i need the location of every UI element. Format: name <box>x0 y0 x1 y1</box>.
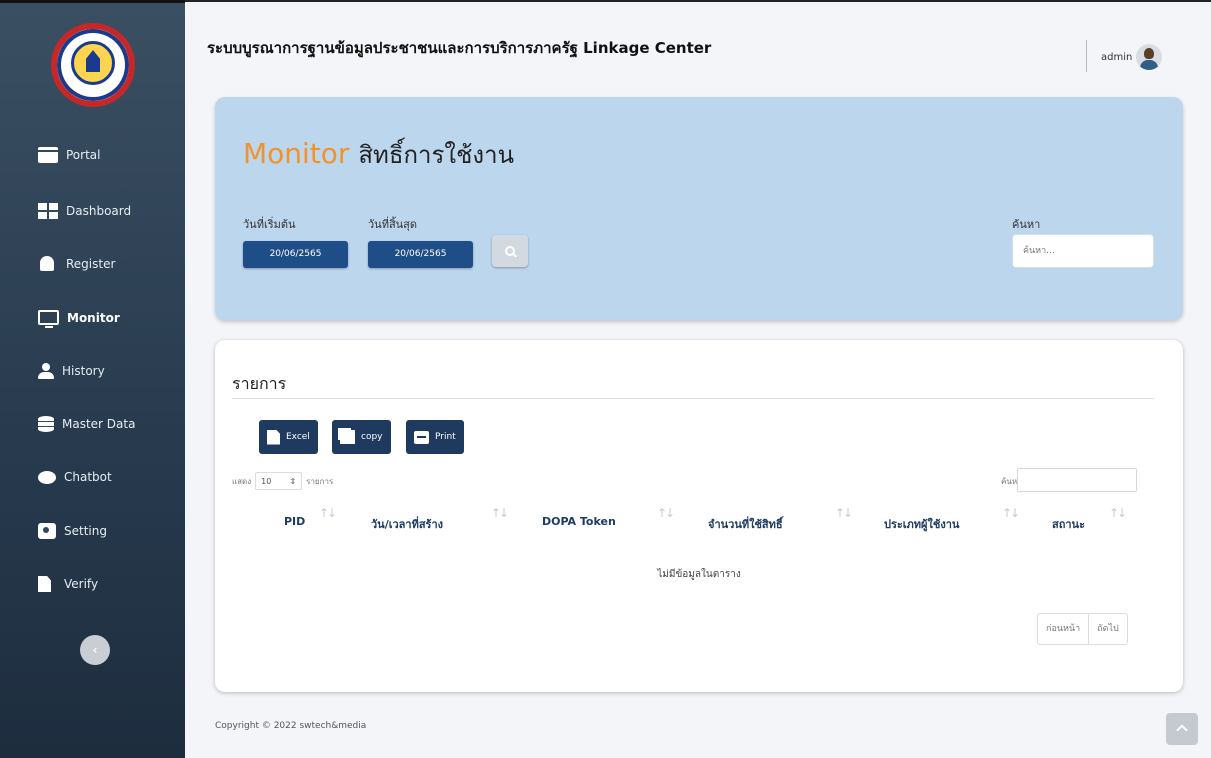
excel-icon <box>267 429 280 445</box>
search-button[interactable] <box>492 235 528 267</box>
page-title: Monitor สิทธิ์การใช้งาน <box>243 135 514 174</box>
bell-icon <box>40 256 54 271</box>
search-label: ค้นหา <box>1012 218 1041 231</box>
list-title: รายการ <box>232 374 287 393</box>
avatar[interactable] <box>1136 44 1162 70</box>
page-length-select[interactable]: 10 ⇕ <box>255 472 303 490</box>
copy-icon <box>340 430 355 444</box>
print-button[interactable]: Print <box>406 420 464 454</box>
empty-table-message: ไม่มีข้อมูลในตาราง <box>657 569 741 580</box>
page-length-prefix: แสดง <box>232 476 252 486</box>
pagination: ก่อนหน้า ถัดไป <box>1037 613 1128 645</box>
sort-icon[interactable]: ↑↓ <box>319 506 337 520</box>
scroll-to-top-button[interactable] <box>1166 713 1198 745</box>
sidebar-item-setting[interactable]: Setting <box>38 523 107 539</box>
sidebar-item-label: Dashboard <box>66 204 132 218</box>
print-label: Print <box>435 432 456 442</box>
column-header-pid[interactable]: PID <box>284 515 305 528</box>
sidebar-item-label: Setting <box>64 524 107 538</box>
sort-updown-icon: ⇕ <box>289 476 297 486</box>
pagination-previous[interactable]: ก่อนหน้า <box>1038 614 1088 644</box>
table-search-input[interactable] <box>1017 468 1137 492</box>
copy-button[interactable]: copy <box>332 420 391 454</box>
org-logo <box>51 23 135 107</box>
column-header-user-type[interactable]: ประเภทผู้ใช้งาน <box>884 515 959 533</box>
sidebar-item-master-data[interactable]: Master Data <box>38 416 135 432</box>
page-length-suffix: รายการ <box>306 476 334 486</box>
page-title-accent: Monitor <box>243 137 350 170</box>
sidebar-item-label: Chatbot <box>64 470 112 484</box>
sidebar-item-chatbot[interactable]: Chatbot <box>38 470 112 484</box>
sidebar-item-label: Verify <box>64 577 99 591</box>
export-excel-label: Excel <box>286 432 310 442</box>
export-excel-button[interactable]: Excel <box>259 420 318 454</box>
gear-icon <box>38 523 56 539</box>
portal-icon <box>38 147 58 163</box>
copy-label: copy <box>361 432 383 442</box>
monitor-icon <box>38 310 59 328</box>
sidebar-item-label: History <box>62 364 105 378</box>
page-title-rest: สิทธิ์การใช้งาน <box>358 141 514 169</box>
sidebar-item-portal[interactable]: Portal <box>38 147 100 163</box>
collapse-sidebar-button[interactable]: ‹ <box>80 635 110 665</box>
sidebar-item-label: Monitor <box>67 310 120 325</box>
chat-icon <box>38 470 56 484</box>
search-input[interactable] <box>1012 234 1154 268</box>
sort-icon[interactable]: ↑↓ <box>491 506 509 520</box>
sidebar-item-verify[interactable]: Verify <box>38 576 98 592</box>
page-length-value: 10 <box>261 476 272 486</box>
list-card: รายการ Excel copy Print แสดง 10 ⇕ รายการ… <box>215 340 1183 692</box>
sort-icon[interactable]: ↑↓ <box>1109 506 1127 520</box>
end-date-label: วันที่สิ้นสุด <box>368 218 418 231</box>
sidebar-item-dashboard[interactable]: Dashboard <box>38 203 131 219</box>
filter-card: Monitor สิทธิ์การใช้งาน วันที่เริ่มต้น ว… <box>215 97 1183 320</box>
top-border <box>185 0 1211 2</box>
sidebar-item-label: Register <box>66 256 116 271</box>
print-icon <box>414 430 429 444</box>
column-header-status[interactable]: สถานะ <box>1052 515 1085 533</box>
chevron-left-icon: ‹ <box>92 643 98 657</box>
sidebar-item-history[interactable]: History <box>38 363 105 379</box>
column-header-usage-count[interactable]: จำนวนที่ใช้สิทธิ์ <box>708 515 783 533</box>
sidebar: Portal Dashboard Register Monitor Histor… <box>0 0 185 758</box>
sidebar-item-monitor[interactable]: Monitor <box>38 310 120 328</box>
sort-icon[interactable]: ↑↓ <box>835 506 853 520</box>
column-header-created[interactable]: วัน/เวลาที่สร้าง <box>371 515 443 533</box>
pagination-next[interactable]: ถัดไป <box>1088 614 1127 644</box>
user-name[interactable]: admin <box>1101 52 1132 63</box>
app-title: ระบบบูรณาการฐานข้อมูลประชาชนและการบริการ… <box>207 39 712 57</box>
divider <box>232 398 1154 399</box>
column-header-dopa-token[interactable]: DOPA Token <box>542 515 616 528</box>
footer-copyright: Copyright © 2022 swtech&media <box>215 721 367 731</box>
end-date-picker[interactable]: 20/06/2565 <box>368 241 473 268</box>
start-date-label: วันที่เริ่มต้น <box>243 218 296 231</box>
sort-icon[interactable]: ↑↓ <box>1002 506 1020 520</box>
header-divider <box>1086 40 1087 72</box>
sidebar-item-label: Master Data <box>62 417 136 431</box>
page-length-control: แสดง 10 ⇕ รายการ <box>232 472 333 490</box>
database-icon <box>38 416 54 432</box>
dashboard-icon <box>38 203 58 219</box>
sidebar-item-register[interactable]: Register <box>38 256 115 271</box>
start-date-picker[interactable]: 20/06/2565 <box>243 241 348 268</box>
file-icon <box>38 576 51 592</box>
user-icon <box>38 363 54 379</box>
sort-icon[interactable]: ↑↓ <box>657 506 675 520</box>
sidebar-item-label: Portal <box>66 148 101 162</box>
